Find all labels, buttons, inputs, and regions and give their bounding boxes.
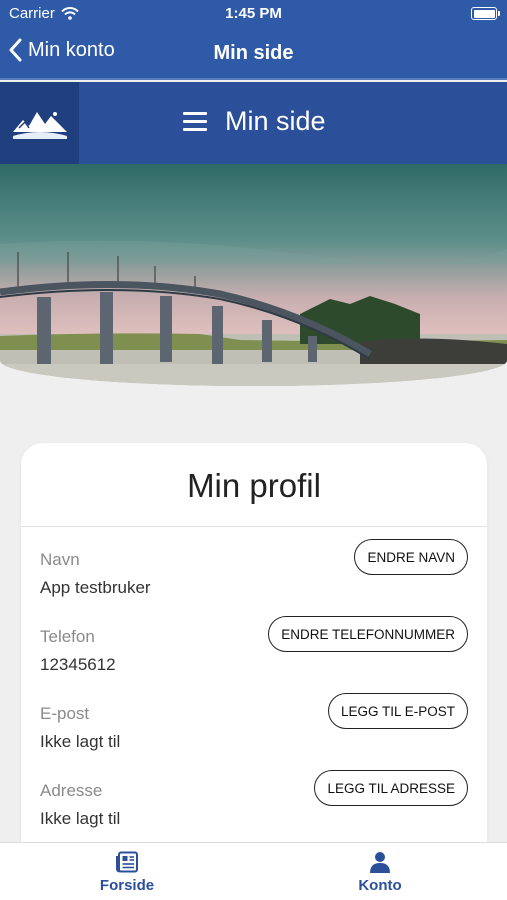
menu-line (183, 128, 207, 131)
logo-icon (9, 103, 70, 143)
tab-konto[interactable]: Konto (330, 851, 430, 894)
address-field: Adresse Ikke lagt til LEGG TIL ADRESSE (40, 770, 468, 829)
municipality-logo[interactable] (0, 82, 79, 164)
menu-line (183, 112, 207, 115)
person-icon (370, 852, 390, 873)
tab-bar: Forside Konto (0, 842, 507, 900)
status-time: 1:45 PM (225, 5, 282, 22)
newspaper-icon (116, 851, 138, 873)
battery-icon (471, 7, 500, 20)
add-email-button[interactable]: LEGG TIL E-POST (327, 693, 468, 729)
tab-forside-label: Forside (99, 877, 155, 894)
menu-button[interactable] (183, 112, 207, 132)
status-bar: Carrier 1:45 PM (0, 0, 507, 28)
change-name-button[interactable]: ENDRE NAVN (354, 539, 468, 575)
email-value: Ikke lagt til (40, 732, 121, 751)
back-button[interactable]: Min konto (8, 38, 115, 62)
name-value: App testbruker (40, 578, 151, 597)
tab-forside[interactable]: Forside (77, 851, 177, 894)
email-field: E-post Ikke lagt til LEGG TIL E-POST (40, 693, 468, 752)
app-header: Min side (0, 82, 507, 164)
phone-value: 12345612 (40, 655, 116, 674)
chevron-left-icon (9, 38, 22, 62)
change-phone-button[interactable]: ENDRE TELEFONNUMMER (268, 616, 468, 652)
header-title: Min side (225, 106, 326, 136)
address-value: Ikke lagt til (40, 809, 121, 828)
profile-title: Min profil (21, 443, 487, 527)
phone-field: Telefon 12345612 ENDRE TELEFONNUMMER (40, 616, 468, 675)
navigation-bar: Min konto Min side (0, 28, 507, 80)
hero-image (0, 164, 507, 386)
tab-konto-label: Konto (358, 877, 402, 894)
back-label: Min konto (28, 38, 115, 61)
bridge-landscape-image (0, 164, 507, 386)
name-field: Navn App testbruker ENDRE NAVN (40, 539, 468, 598)
add-address-button[interactable]: LEGG TIL ADRESSE (314, 770, 468, 806)
profile-card: Min profil Navn App testbruker ENDRE NAV… (21, 443, 487, 863)
menu-line (183, 120, 207, 123)
